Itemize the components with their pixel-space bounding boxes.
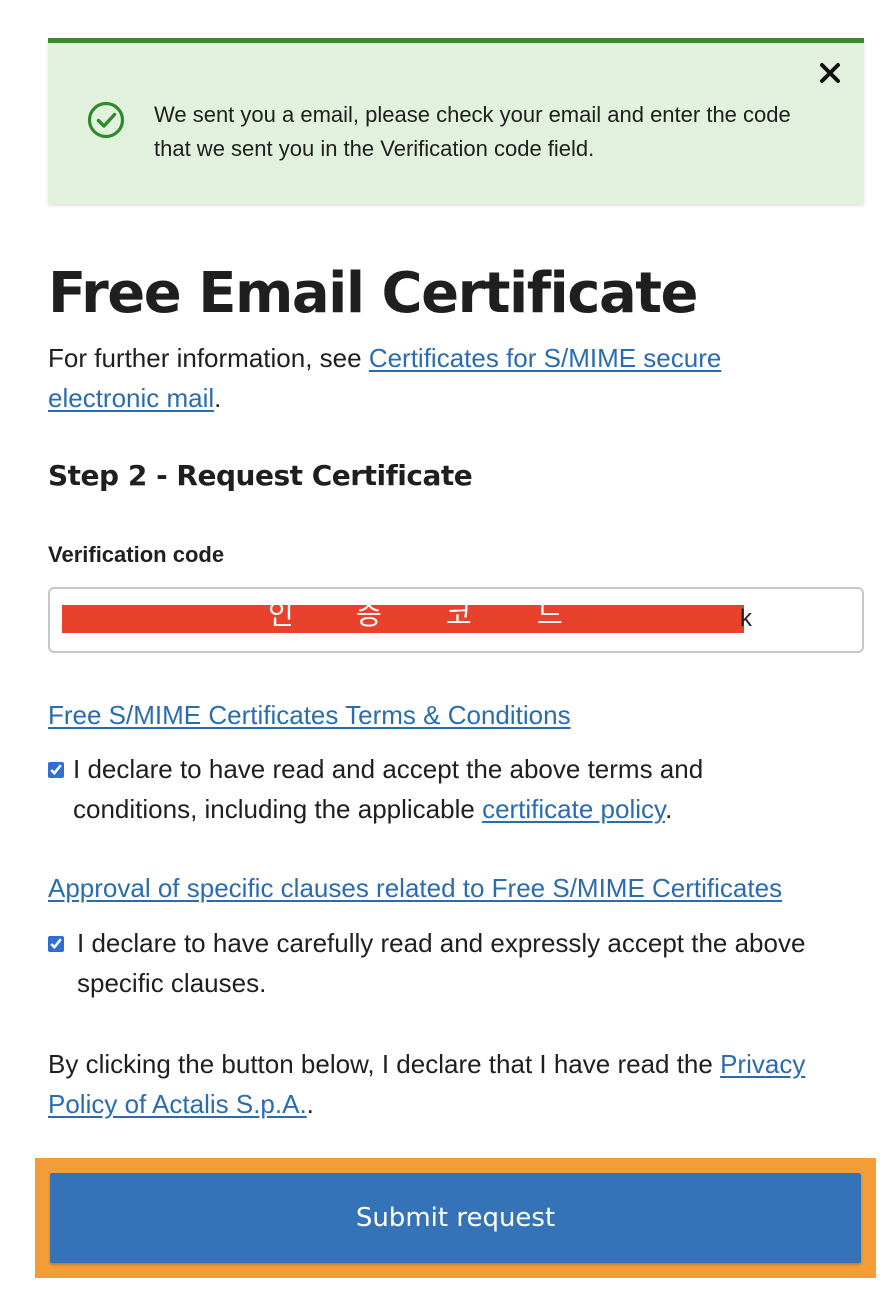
specific-clauses-link[interactable]: Approval of specific clauses related to … [48, 869, 782, 907]
clauses-checkbox-row: I declare to have carefully read and exp… [48, 923, 864, 1003]
verification-code-input[interactable] [50, 589, 862, 651]
close-icon[interactable] [816, 59, 844, 87]
privacy-prefix: By clicking the button below, I declare … [48, 1049, 721, 1079]
privacy-statement: By clicking the button below, I declare … [48, 1044, 868, 1124]
intro-suffix: . [214, 383, 222, 413]
terms-checkbox-suffix: . [665, 794, 673, 824]
terms-checkbox-label: I declare to have read and accept the ab… [73, 749, 773, 829]
check-circle-icon [87, 101, 125, 139]
step-title: Step 2 - Request Certificate [48, 459, 473, 492]
certificate-policy-link[interactable]: certificate policy [482, 794, 665, 824]
alert-message: We sent you a email, please check your e… [154, 102, 791, 161]
success-alert: We sent you a email, please check your e… [48, 38, 864, 204]
page-title: Free Email Certificate [48, 261, 698, 326]
submit-request-button[interactable]: Submit request [50, 1173, 861, 1263]
terms-checkbox-row: I declare to have read and accept the ab… [48, 749, 864, 829]
verification-code-field-wrapper: 인 증 코 드 k [48, 587, 864, 653]
intro-text: For further information, see Certificate… [48, 338, 838, 418]
privacy-suffix: . [306, 1089, 314, 1119]
intro-prefix: For further information, see [48, 343, 369, 373]
terms-conditions-link[interactable]: Free S/MIME Certificates Terms & Conditi… [48, 696, 571, 734]
clauses-checkbox[interactable] [48, 936, 64, 952]
terms-checkbox[interactable] [48, 762, 64, 778]
clauses-checkbox-label: I declare to have carefully read and exp… [77, 928, 806, 998]
verification-code-label: Verification code [48, 542, 225, 567]
